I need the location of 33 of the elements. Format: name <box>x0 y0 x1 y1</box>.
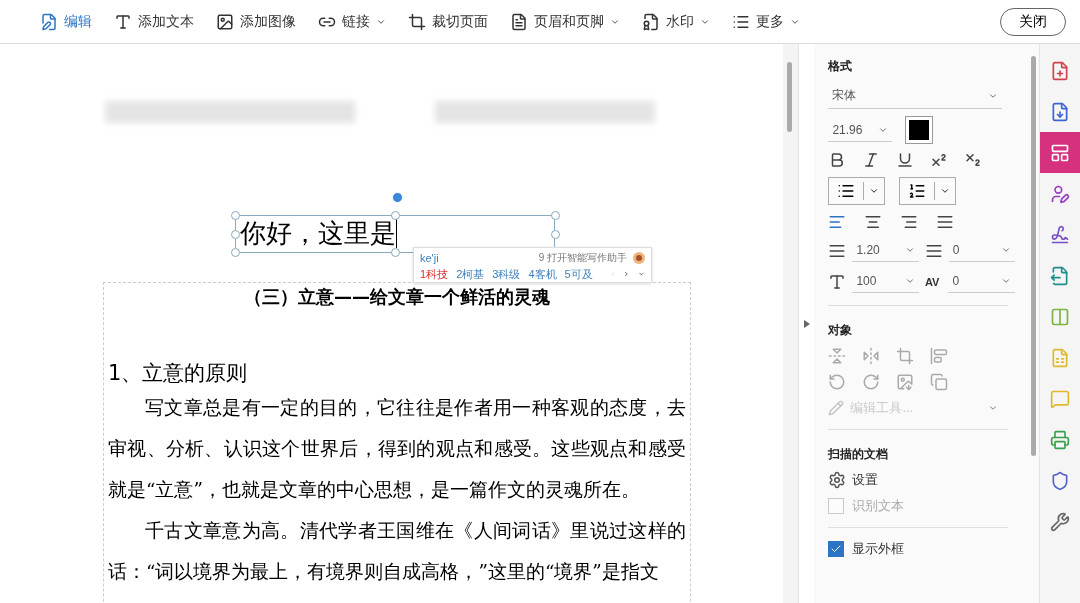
checkbox-label: 显示外框 <box>852 540 905 558</box>
section-title: 格式 <box>828 58 854 75</box>
tracking-label: AV <box>924 275 941 288</box>
section-title: 扫描的文档 <box>828 446 890 463</box>
ime-candidate[interactable]: 3科级 <box>492 266 521 282</box>
toolbar-button[interactable]: 更多 <box>732 12 800 31</box>
ime-candidate[interactable]: 4客机 <box>528 266 557 282</box>
toolbar-button[interactable]: 裁切页面 <box>408 12 488 31</box>
ime-hint[interactable]: 9 打开智能写作助手 <box>538 251 627 265</box>
tracking-select[interactable]: 0 <box>948 270 1015 293</box>
section-title: 对象 <box>828 322 854 339</box>
toolbar-button[interactable]: 添加文本 <box>114 12 194 31</box>
document-title: （三）立意——给文章一个鲜活的灵魂 <box>243 285 551 309</box>
paragraph: 写文章总是有一定的目的，它往往是作者用一种客观的态度，去审视、分析、认识这个世界后，得到的观点和感受。这些观点和感受就是“立意”，也就是文章的中心思想，是一篇作文的灵魂所在。 <box>108 396 686 502</box>
font-select[interactable]: 宋体 <box>828 83 1003 109</box>
settings-button[interactable]: 设置 <box>852 471 879 489</box>
ime-composition-text: ke'ji <box>420 252 439 264</box>
checkbox-label: 识别文本 <box>852 497 905 515</box>
ime-candidate[interactable]: 1科技 <box>420 266 449 282</box>
toolbar-button[interactable]: 页眉和页脚 <box>510 12 620 31</box>
ime-candidate[interactable]: 2柯基 <box>456 266 485 282</box>
toolbar-button[interactable]: 水印 <box>642 12 710 31</box>
toolbar-button[interactable]: 添加图像 <box>216 12 296 31</box>
toolbar-button[interactable]: 编辑 <box>40 12 92 31</box>
paragraph: 千古文章意为高。清代学者王国维在《人间词话》里说过这样的话：“词以境界为最上，有境界则自成高格，”这里的“境界”是指文 <box>108 519 686 584</box>
line-spacing-select[interactable]: 1.20 <box>852 239 919 262</box>
close-button[interactable]: 关闭 <box>1000 7 1066 36</box>
ime-candidate[interactable]: 5可及 <box>564 266 593 282</box>
paragraph-spacing-select[interactable]: 0 <box>948 239 1015 262</box>
toolbar-button[interactable]: 链接 <box>318 12 386 31</box>
section-heading: 1、立意的原则 <box>108 360 249 387</box>
size-select[interactable]: 21.96 <box>828 118 893 142</box>
scale-select[interactable]: 100 <box>852 270 919 293</box>
